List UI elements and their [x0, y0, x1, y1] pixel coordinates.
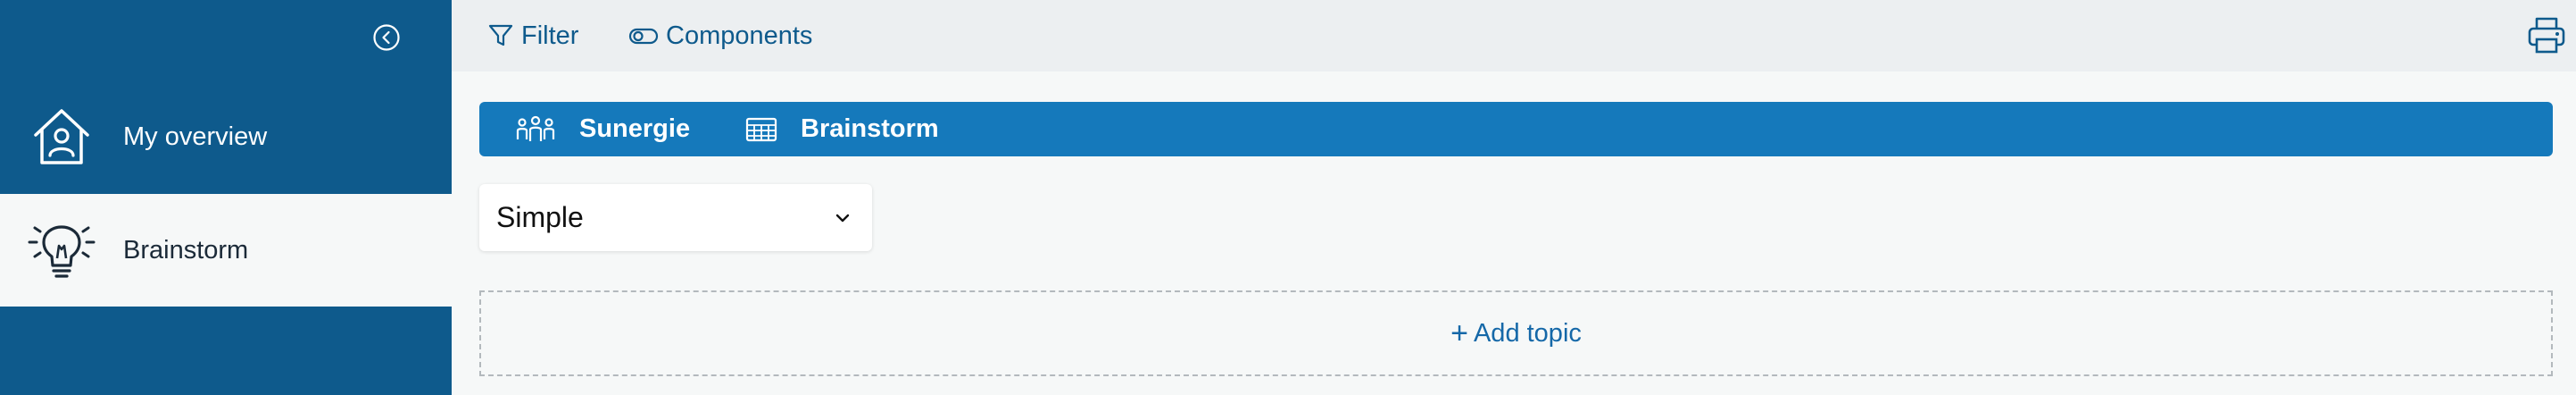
sidebar-item-label: My overview [123, 122, 268, 151]
components-button[interactable]: Components [628, 0, 812, 71]
banner-board-label: Brainstorm [801, 114, 939, 143]
home-user-icon [0, 80, 123, 193]
filter-label: Filter [521, 21, 579, 50]
plus-icon: + [1450, 316, 1468, 350]
filter-button[interactable]: Filter [487, 0, 578, 71]
view-mode-selected: Simple [496, 201, 584, 233]
collapse-sidebar-button[interactable] [371, 22, 402, 53]
banner-group-label: Sunergie [579, 114, 691, 143]
main-content: Filter Components Sunergie Brainstorm Si… [452, 0, 2576, 395]
sidebar: My overview Brainstorm [0, 0, 452, 395]
board-banner: Sunergie Brainstorm [479, 102, 2553, 156]
print-button[interactable] [2524, 13, 2569, 57]
toolbar: Filter Components [452, 0, 2576, 71]
app-root: My overview Brainstorm Filter Components… [0, 0, 2576, 395]
chevron-left-circle-icon [373, 24, 400, 51]
add-topic-button[interactable]: + Add topic [479, 290, 2553, 376]
banner-board[interactable]: Brainstorm [745, 102, 939, 156]
filter-icon [488, 24, 513, 46]
printer-icon [2528, 17, 2565, 54]
sidebar-item-label: Brainstorm [123, 235, 249, 265]
lightbulb-icon [0, 194, 123, 307]
sidebar-item-my-overview[interactable]: My overview [0, 80, 452, 193]
chevron-down-icon [835, 214, 850, 222]
components-label: Components [666, 21, 813, 50]
table-icon [745, 117, 777, 141]
add-topic-label: Add topic [1473, 318, 1582, 348]
banner-group[interactable]: Sunergie [515, 102, 690, 156]
toggle-icon [628, 28, 659, 45]
team-icon [516, 115, 555, 141]
view-mode-select[interactable]: Simple [479, 184, 872, 251]
sidebar-item-brainstorm[interactable]: Brainstorm [0, 194, 452, 307]
